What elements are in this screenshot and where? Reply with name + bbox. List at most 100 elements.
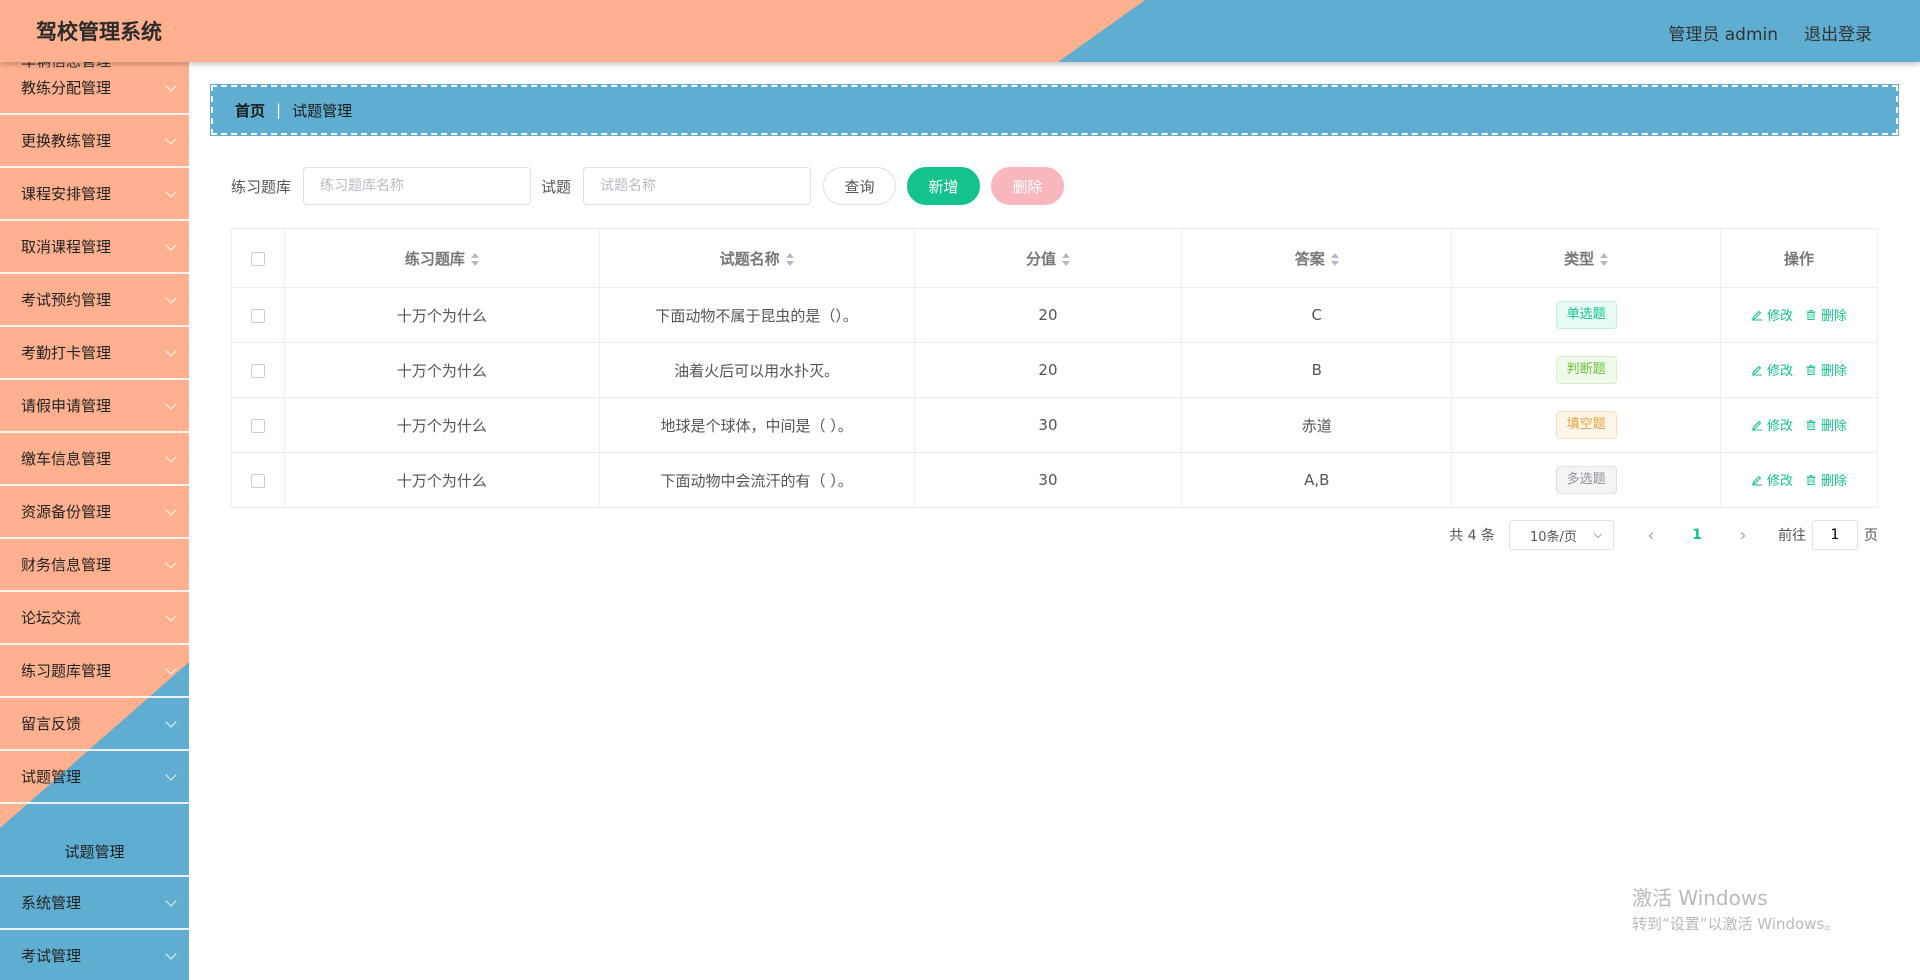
sort-icon[interactable] bbox=[1330, 252, 1339, 266]
question-search-label: 试题 bbox=[541, 177, 572, 196]
chevron-down-icon bbox=[165, 947, 177, 960]
row-checkbox[interactable] bbox=[250, 363, 265, 378]
breadcrumb: 首页 | 试题管理 bbox=[210, 84, 1899, 136]
sidebar-item[interactable]: 练习题库管理 bbox=[0, 645, 189, 698]
sort-icon[interactable] bbox=[785, 252, 794, 266]
cell-score: 20 bbox=[913, 342, 1183, 398]
sidebar-item[interactable]: 取消课程管理 bbox=[0, 221, 189, 274]
next-page-button[interactable]: › bbox=[1728, 525, 1758, 546]
row-delete-button[interactable]: 删除 bbox=[1805, 470, 1847, 489]
sidebar-item[interactable]: 课程安排管理 bbox=[0, 168, 189, 221]
sidebar-item[interactable]: 资源备份管理 bbox=[0, 486, 189, 539]
breadcrumb-home[interactable]: 首页 bbox=[235, 100, 265, 121]
sidebar-item-label: 留言反馈 bbox=[21, 715, 82, 733]
bank-search-input[interactable] bbox=[303, 167, 532, 205]
chevron-down-icon bbox=[165, 344, 177, 357]
header-background-shape bbox=[0, 0, 1145, 62]
row-delete-button[interactable]: 删除 bbox=[1805, 360, 1847, 379]
edit-icon bbox=[1751, 474, 1763, 486]
cell-answer: A,B bbox=[1181, 452, 1453, 508]
goto-page-input[interactable] bbox=[1812, 520, 1858, 550]
edit-button[interactable]: 修改 bbox=[1751, 470, 1793, 489]
column-header-name[interactable]: 试题名称 bbox=[598, 228, 915, 288]
query-button[interactable]: 查询 bbox=[823, 167, 897, 205]
cell-bank: 十万个为什么 bbox=[283, 397, 600, 453]
chevron-down-icon bbox=[165, 238, 177, 251]
sidebar-item[interactable]: 论坛交流 bbox=[0, 592, 189, 645]
admin-user-label[interactable]: 管理员 admin bbox=[1668, 20, 1778, 45]
sidebar-item[interactable]: 更换教练管理 bbox=[0, 115, 189, 168]
edit-button[interactable]: 修改 bbox=[1751, 415, 1793, 434]
chevron-down-icon bbox=[165, 556, 177, 569]
row-checkbox[interactable] bbox=[250, 473, 265, 488]
edit-button[interactable]: 修改 bbox=[1751, 360, 1793, 379]
edit-icon bbox=[1751, 309, 1763, 321]
row-select-cell bbox=[231, 452, 285, 508]
row-checkbox[interactable] bbox=[250, 418, 265, 433]
delete-label: 删除 bbox=[1821, 364, 1848, 380]
sort-icon[interactable] bbox=[1061, 252, 1070, 266]
chevron-down-icon bbox=[165, 894, 177, 907]
edit-button[interactable]: 修改 bbox=[1751, 305, 1793, 324]
cell-question-name: 油着火后可以用水扑灭。 bbox=[598, 342, 915, 398]
add-button[interactable]: 新增 bbox=[907, 167, 981, 205]
sidebar-item[interactable]: 系统管理 bbox=[0, 877, 189, 930]
logout-button[interactable]: 退出登录 bbox=[1804, 20, 1872, 45]
cell-question-name: 下面动物不属于昆虫的是（）。 bbox=[598, 287, 915, 343]
type-tag: 单选题 bbox=[1555, 301, 1617, 329]
sidebar-item-label: 考勤打卡管理 bbox=[21, 344, 112, 362]
column-header-score[interactable]: 分值 bbox=[913, 228, 1183, 288]
bank-search-label: 练习题库 bbox=[231, 177, 292, 196]
sidebar-item[interactable]: 请假申请管理 bbox=[0, 380, 189, 433]
sidebar-item[interactable]: 教练分配管理 bbox=[0, 62, 189, 115]
cell-answer: B bbox=[1181, 342, 1453, 398]
sort-icon[interactable] bbox=[470, 252, 479, 266]
sidebar-item-label: 教练分配管理 bbox=[21, 79, 112, 97]
cell-type: 单选题 bbox=[1451, 287, 1722, 343]
sidebar-item[interactable]: 考勤打卡管理 bbox=[0, 327, 189, 380]
question-search-input[interactable] bbox=[583, 167, 812, 205]
cell-actions: 修改 删除 bbox=[1720, 452, 1878, 508]
breadcrumb-separator: | bbox=[276, 101, 282, 119]
row-delete-button[interactable]: 删除 bbox=[1805, 415, 1847, 434]
table-row: 十万个为什么 油着火后可以用水扑灭。 20 B 判断题 修改 删除 bbox=[231, 342, 1878, 398]
sidebar-item-label: 取消课程管理 bbox=[21, 238, 112, 256]
question-table: 练习题库 试题名称 分值 答案 类型 操作 十万个为什么 下面动物不属于昆虫的是（… bbox=[231, 228, 1878, 508]
row-checkbox[interactable] bbox=[250, 308, 265, 323]
trash-icon bbox=[1805, 474, 1817, 486]
cell-type: 多选题 bbox=[1451, 452, 1722, 508]
sidebar-item[interactable]: 缴车信息管理 bbox=[0, 433, 189, 486]
search-bar: 练习题库 试题 查询 新增 删除 bbox=[231, 167, 1065, 205]
cell-type: 判断题 bbox=[1451, 342, 1722, 398]
breadcrumb-current: 试题管理 bbox=[292, 101, 353, 120]
edit-icon bbox=[1751, 364, 1763, 376]
column-header-bank[interactable]: 练习题库 bbox=[283, 228, 600, 288]
cell-score: 30 bbox=[913, 397, 1183, 453]
sidebar-item[interactable]: 考试管理 bbox=[0, 930, 189, 980]
delete-label: 删除 bbox=[1821, 474, 1848, 490]
sidebar-subitem-question-management[interactable]: 试题管理 bbox=[0, 827, 189, 877]
cell-score: 30 bbox=[913, 452, 1183, 508]
sidebar-item[interactable]: 留言反馈 bbox=[0, 698, 189, 751]
column-header-answer[interactable]: 答案 bbox=[1181, 228, 1453, 288]
sidebar-item[interactable]: 财务信息管理 bbox=[0, 539, 189, 592]
goto-label: 前往 bbox=[1778, 528, 1806, 544]
chevron-down-icon bbox=[165, 715, 177, 728]
row-delete-button[interactable]: 删除 bbox=[1805, 305, 1847, 324]
chevron-down-icon bbox=[165, 768, 177, 781]
windows-activation-watermark: 激活 Windows 转到“设置”以激活 Windows。 bbox=[1632, 882, 1839, 934]
sort-icon[interactable] bbox=[1600, 252, 1609, 266]
sidebar-item[interactable]: 试题管理 bbox=[0, 751, 189, 804]
page-size-select[interactable]: 10条/页 bbox=[1509, 520, 1614, 550]
sidebar-item-label: 考试预约管理 bbox=[21, 291, 112, 309]
select-all-checkbox[interactable] bbox=[250, 251, 265, 266]
watermark-subtitle: 转到“设置”以激活 Windows。 bbox=[1632, 915, 1840, 933]
sidebar-item[interactable]: 考试预约管理 bbox=[0, 274, 189, 327]
prev-page-button[interactable]: ‹ bbox=[1636, 525, 1666, 546]
chevron-down-icon bbox=[165, 79, 177, 92]
cell-actions: 修改 删除 bbox=[1720, 397, 1878, 453]
page-number-current[interactable]: 1 bbox=[1678, 527, 1716, 543]
top-header: 驾校管理系统 管理员 admin 退出登录 bbox=[0, 0, 1920, 62]
delete-button[interactable]: 删除 bbox=[991, 167, 1065, 205]
column-header-type[interactable]: 类型 bbox=[1451, 228, 1722, 288]
